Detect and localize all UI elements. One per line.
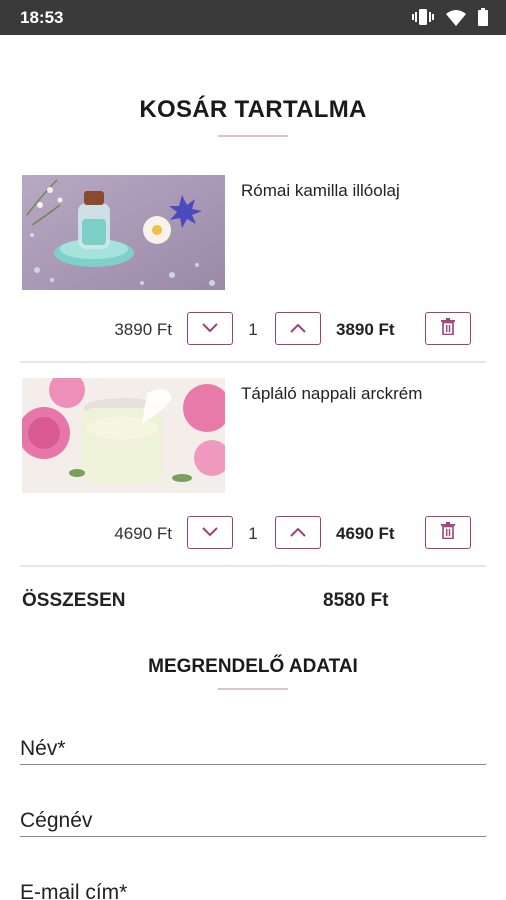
summary-label: ÖSSZESEN: [22, 590, 126, 611]
name-field[interactable]: [20, 725, 486, 765]
status-icons: [412, 8, 488, 31]
orderer-title: MEGRENDELŐ ADATAI: [148, 656, 358, 677]
vibrate-icon: [412, 8, 434, 31]
summary-total: 8580 Ft: [323, 590, 389, 611]
cart-title-underline: [218, 135, 288, 137]
item-divider: [20, 361, 486, 363]
chevron-down-icon: [202, 524, 218, 542]
wifi-icon: [446, 9, 466, 31]
product-name[interactable]: Tápláló nappali arckrém: [241, 384, 422, 404]
product-image-chamomile-oil[interactable]: [22, 175, 225, 290]
name-input[interactable]: [20, 725, 486, 764]
decrease-quantity-button[interactable]: [187, 312, 233, 345]
increase-quantity-button[interactable]: [275, 312, 321, 345]
chevron-up-icon: [290, 524, 306, 542]
line-total: 3890 Ft: [336, 320, 395, 339]
product-image-day-cream[interactable]: [22, 378, 225, 493]
unit-price: 4690 Ft: [114, 524, 172, 543]
trash-icon: [441, 521, 455, 544]
company-field[interactable]: [20, 797, 486, 837]
company-input[interactable]: [20, 797, 486, 836]
chevron-down-icon: [202, 320, 218, 338]
orderer-title-underline: [218, 688, 288, 690]
line-total: 4690 Ft: [336, 524, 395, 543]
increase-quantity-button[interactable]: [275, 516, 321, 549]
chevron-up-icon: [290, 320, 306, 338]
unit-price: 3890 Ft: [114, 320, 172, 339]
quantity-value: 1: [248, 524, 258, 543]
battery-icon: [478, 8, 488, 31]
email-input[interactable]: [20, 869, 486, 900]
remove-item-button[interactable]: [425, 312, 471, 345]
product-name[interactable]: Római kamilla illóolaj: [241, 181, 400, 201]
cart-title: KOSÁR TARTALMA: [139, 96, 367, 123]
email-field[interactable]: [20, 869, 486, 900]
remove-item-button[interactable]: [425, 516, 471, 549]
decrease-quantity-button[interactable]: [187, 516, 233, 549]
quantity-value: 1: [248, 320, 258, 339]
status-time: 18:53: [20, 8, 64, 27]
item-divider: [20, 565, 486, 567]
status-bar: 18:53: [0, 0, 506, 35]
trash-icon: [441, 317, 455, 340]
